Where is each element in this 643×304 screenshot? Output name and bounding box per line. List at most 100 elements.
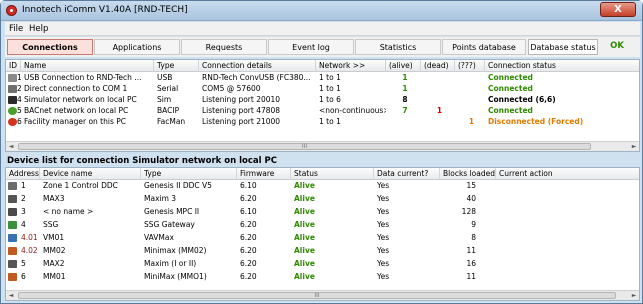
connection-type: Sim (157, 95, 172, 104)
col-alive[interactable]: (alive) (386, 60, 421, 72)
col-device-name[interactable]: Device name (40, 168, 141, 180)
maxim-controller-icon (8, 195, 17, 203)
close-button[interactable]: X (600, 2, 636, 17)
connection-network: 1 to 1 (319, 84, 341, 93)
col-firmware[interactable]: Firmware (237, 168, 291, 180)
device-row[interactable]: 4.02 MM02 Minimax (MM02) 6.20 Alive Yes 11 (6, 246, 639, 256)
connection-dead-count (421, 117, 455, 127)
connection-type: USB (157, 73, 173, 82)
device-blocks-loaded: 15 (466, 181, 476, 190)
device-firmware: 6.10 (240, 207, 257, 216)
connections-hscrollbar[interactable]: ◄ III ► (6, 141, 639, 151)
col-connection-status[interactable]: Connection status (485, 60, 639, 72)
col-name[interactable]: Name (21, 60, 154, 72)
col-current-action[interactable]: Current action (496, 168, 639, 180)
device-row[interactable]: 1 Zone 1 Control DDC Genesis II DDC V5 6.10… (6, 181, 639, 191)
menu-file[interactable]: File (9, 24, 23, 34)
connection-name: Simulator network on local PC (24, 95, 137, 104)
tab-requests[interactable]: Requests (181, 39, 267, 55)
connection-alive-count (386, 117, 421, 127)
col-unknown[interactable]: (???) (455, 60, 485, 72)
device-data-current: Yes (377, 259, 390, 268)
device-name: VM01 (43, 233, 65, 242)
scroll-thumb[interactable]: III (18, 292, 616, 299)
connection-status: Connected (488, 84, 533, 93)
connection-row[interactable]: 4 Simulator network on local PC Sim Listeni… (6, 95, 639, 105)
connection-row[interactable]: 5 BACnet network on local PC BACIP Listenin… (6, 106, 639, 116)
vav-controller-icon (8, 234, 17, 242)
menu-bar: File Help (5, 22, 640, 36)
device-address: 4.01 (21, 233, 38, 242)
device-firmware: 6.20 (240, 259, 257, 268)
minimax-controller-icon (8, 273, 17, 281)
col-connection-details[interactable]: Connection details (199, 60, 316, 72)
window-title: Innotech iComm V1.40A [RND-TECH] (22, 5, 188, 15)
device-status: Alive (294, 246, 315, 255)
device-address: 3 (21, 207, 26, 216)
device-type: SSG Gateway (144, 220, 195, 229)
scroll-thumb[interactable]: III (18, 143, 591, 150)
device-address: 6 (21, 272, 26, 281)
col-blocks-loaded[interactable]: Blocks loaded (440, 168, 496, 180)
connections-header: ID Name Type Connection details Network … (6, 60, 639, 72)
device-type: MiniMax (MMO1) (144, 272, 207, 281)
device-name: MM01 (43, 272, 66, 281)
tab-event-log[interactable]: Event log (268, 39, 354, 55)
tab-applications[interactable]: Applications (94, 39, 180, 55)
device-address: 5 (21, 259, 26, 268)
scroll-right-arrow-icon[interactable]: ► (629, 142, 639, 151)
col-network[interactable]: Network >> (316, 60, 386, 72)
device-firmware: 6.20 (240, 233, 257, 242)
connection-row[interactable]: 6 Facility manager on this PC FacMan Listen… (6, 117, 639, 127)
title-bar[interactable]: Innotech iComm V1.40A [RND-TECH] X (1, 1, 642, 21)
device-blocks-loaded: 40 (466, 194, 476, 203)
device-row[interactable]: 2 MAX3 Maxim 3 6.20 Alive Yes 40 (6, 194, 639, 204)
device-name: MM02 (43, 246, 66, 255)
scroll-right-arrow-icon[interactable]: ► (629, 291, 639, 300)
col-data-current[interactable]: Data current? (374, 168, 440, 180)
device-name: MAX2 (43, 259, 65, 268)
device-type: VAVMax (144, 233, 174, 242)
scroll-left-arrow-icon[interactable]: ◄ (6, 291, 16, 300)
device-row[interactable]: 5 MAX2 Maxim (I or II) 6.20 Alive Yes 16 (6, 259, 639, 269)
connection-details: Listening port 21000 (202, 117, 281, 126)
connections-list[interactable]: ID Name Type Connection details Network … (5, 59, 640, 152)
device-row[interactable]: 4.01 VM01 VAVMax 6.20 Alive Yes 8 (6, 233, 639, 243)
device-address: 4 (21, 220, 26, 229)
col-id[interactable]: ID (6, 60, 21, 72)
mpc-controller-icon (8, 208, 17, 216)
device-list-title: Device list for connection Simulator net… (7, 156, 277, 166)
col-status[interactable]: Status (291, 168, 374, 180)
menu-help[interactable]: Help (29, 24, 48, 34)
ddc-controller-icon (8, 182, 17, 190)
connection-unknown-count (455, 73, 485, 83)
col-type[interactable]: Type (154, 60, 199, 72)
connection-row[interactable]: 1 USB Connection to RND-Tech ... USB RND-Te… (6, 73, 639, 83)
connection-network: 1 to 1 (319, 117, 341, 126)
connection-dead-count (421, 84, 455, 94)
device-status: Alive (294, 259, 315, 268)
device-name: < no name > (43, 207, 94, 216)
device-address: 2 (21, 194, 26, 203)
device-firmware: 6.20 (240, 194, 257, 203)
device-status: Alive (294, 233, 315, 242)
col-address[interactable]: Address (6, 168, 40, 180)
connection-row[interactable]: 2 Direct connection to COM 1 Serial COM5 @ … (6, 84, 639, 94)
tab-statistics[interactable]: Statistics (355, 39, 441, 55)
devices-hscrollbar[interactable]: ◄ III ► (6, 290, 639, 300)
col-device-type[interactable]: Type (141, 168, 237, 180)
device-blocks-loaded: 8 (471, 233, 476, 242)
device-row[interactable]: 3 < no name > Genesis MPC II 6.10 Alive Yes 12… (6, 207, 639, 217)
col-dead[interactable]: (dead) (421, 60, 455, 72)
device-blocks-loaded: 16 (466, 259, 476, 268)
scroll-left-arrow-icon[interactable]: ◄ (6, 142, 16, 151)
database-status-value: OK (610, 41, 624, 51)
device-row[interactable]: 4 SSG SSG Gateway 6.20 Alive Yes 9 (6, 220, 639, 230)
device-status: Alive (294, 272, 315, 281)
connection-name: BACnet network on local PC (24, 106, 129, 115)
tab-connections[interactable]: Connections (7, 39, 93, 55)
connection-details: Listening port 20010 (202, 95, 281, 104)
devices-list[interactable]: Address Device name Type Firmware Status… (5, 167, 640, 301)
tab-points-database[interactable]: Points database (442, 39, 526, 55)
device-row[interactable]: 6 MM01 MiniMax (MMO1) 6.20 Alive Yes 11 (6, 272, 639, 282)
